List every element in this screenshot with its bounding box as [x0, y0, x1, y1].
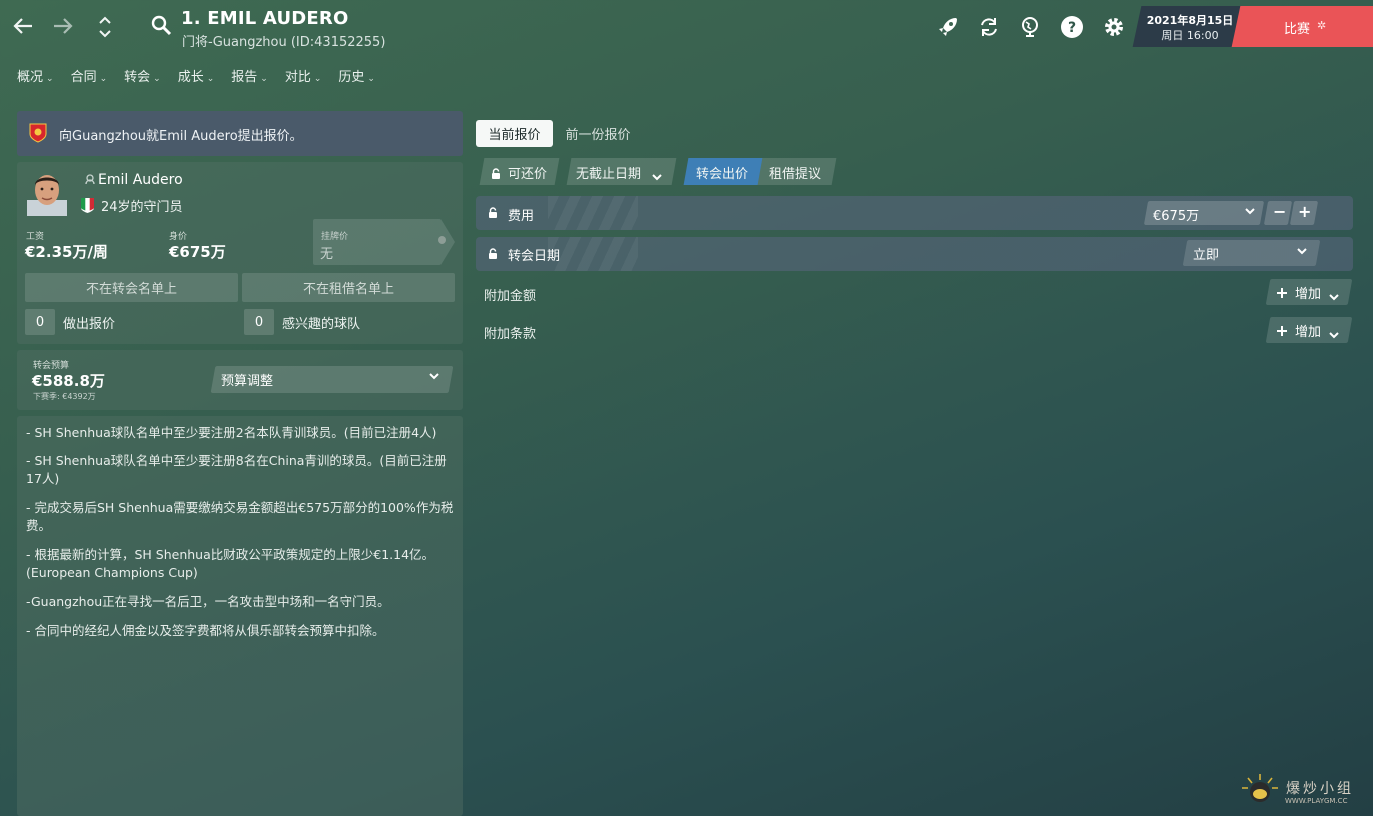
negotiable-label: 可还价	[508, 167, 548, 182]
add-fees-label: 附加金额	[484, 289, 537, 304]
watermark-text: 爆炒小组	[1286, 781, 1354, 797]
refresh-icon[interactable]	[976, 14, 1002, 40]
offers-count: 0	[25, 309, 55, 335]
match-gear-icon: ✲	[1317, 19, 1327, 32]
note-item: - 根据最新的计算，SH Shenhua比财政公平政策规定的上限少€1.14亿。…	[26, 547, 435, 580]
chevron-down-icon	[428, 370, 440, 384]
lock-icon[interactable]	[488, 207, 498, 222]
add-clauses-button-label: 增加	[1295, 325, 1322, 340]
transfer-list-status[interactable]: 不在转会名单上	[25, 273, 238, 302]
note-item: - SH Shenhua球队名单中至少要注册2名本队青训球员。(目前已注册4人)	[26, 425, 437, 440]
italy-flag-icon	[81, 198, 94, 213]
note-item: - 合同中的经纪人佣金以及签字费都将从俱乐部转会预算中扣除。	[26, 623, 385, 638]
svg-text:?: ?	[1068, 20, 1076, 36]
watermark-url: WWW.PLAYGM.CC	[1285, 797, 1348, 805]
nav-development[interactable]: 成长 ⌄	[178, 66, 215, 85]
current-time: 周日 16:00	[1161, 29, 1219, 42]
transfer-date-value: 立即	[1193, 248, 1220, 263]
chevron-down-icon	[1328, 287, 1340, 306]
chevron-down-icon: ⌄	[99, 74, 108, 84]
asking-price-label: 挂牌价	[321, 232, 349, 242]
asking-price-value: 无	[320, 247, 334, 262]
note-item: -Guangzhou正在寻找一名后卫，一名攻击型中场和一名守门员。	[26, 594, 390, 609]
player-title: 1. EMIL AUDERO	[181, 8, 349, 29]
rocket-icon[interactable]	[935, 14, 961, 40]
row-stripes	[548, 237, 638, 271]
interested-count: 0	[244, 309, 274, 335]
nav-transfer[interactable]: 转会 ⌄	[124, 66, 161, 85]
up-down-icon[interactable]	[95, 14, 115, 42]
avatar[interactable]	[27, 170, 67, 216]
forward-arrow-icon[interactable]	[50, 12, 76, 40]
nav-overview[interactable]: 概况 ⌄	[17, 66, 54, 85]
deadline-label: 无截止日期	[576, 167, 642, 182]
notes-panel: - SH Shenhua球队名单中至少要注册2名本队青训球员。(目前已注册4人)…	[17, 416, 463, 816]
minus-icon: −	[1273, 202, 1287, 221]
offers-label[interactable]: 做出报价	[63, 313, 115, 332]
chevron-down-icon	[1328, 325, 1340, 344]
chevron-down-icon	[651, 167, 663, 186]
player-subtitle[interactable]: 门将-Guangzhou (ID:43152255)	[182, 31, 385, 50]
match-label: 比赛	[1284, 22, 1311, 37]
loan-list-status[interactable]: 不在租借名单上	[242, 273, 455, 302]
nav-history[interactable]: 历史 ⌄	[338, 66, 375, 85]
add-clauses-label: 附加条款	[484, 327, 537, 342]
plus-icon	[1276, 284, 1288, 303]
row-stripes	[548, 196, 638, 230]
loan-offer-label: 租借提议	[769, 167, 822, 182]
transfer-offer-label: 转会出价	[696, 167, 749, 182]
tab-current-offer[interactable]: 当前报价	[476, 120, 553, 147]
interested-label[interactable]: 感兴趣的球队	[282, 313, 360, 332]
main-nav: 概况 ⌄ 合同 ⌄ 转会 ⌄ 成长 ⌄ 报告 ⌄ 对比 ⌄ 历史 ⌄	[17, 66, 392, 85]
chevron-down-icon: ⌄	[206, 74, 215, 84]
help-icon[interactable]: ?	[1059, 14, 1085, 40]
gear-icon[interactable]	[1101, 14, 1127, 40]
asking-price-dot	[438, 236, 446, 244]
back-arrow-icon[interactable]	[10, 12, 36, 40]
chevron-down-icon[interactable]	[1244, 205, 1256, 219]
plus-icon	[1276, 322, 1288, 341]
search-icon[interactable]	[150, 14, 172, 36]
fee-value: €675万	[1153, 209, 1200, 224]
wage-value: €2.35万/周	[25, 243, 108, 261]
player-age-position: 24岁的守门员	[101, 200, 183, 215]
offer-notice: 向Guangzhou就Emil Audero提出报价。	[17, 111, 463, 156]
nav-compare[interactable]: 对比 ⌄	[285, 66, 322, 85]
value-value: €675万	[169, 243, 226, 261]
person-icon	[85, 174, 95, 187]
add-fees-button-label: 增加	[1295, 287, 1322, 302]
transfer-date-label: 转会日期	[508, 249, 561, 264]
nav-contract[interactable]: 合同 ⌄	[71, 66, 108, 85]
chevron-down-icon: ⌄	[46, 74, 54, 84]
note-item: - 完成交易后SH Shenhua需要缴纳交易金额超出€575万部分的100%作…	[26, 500, 454, 533]
tab-previous-offer[interactable]: 前一份报价	[557, 120, 639, 147]
chevron-down-icon	[1296, 245, 1308, 259]
budget-next-season: 下赛季: €4392万	[33, 392, 96, 401]
budget-panel: 转会预算 €588.8万 下赛季: €4392万 预算调整	[17, 350, 463, 410]
budget-adjust-label: 预算调整	[221, 374, 274, 389]
player-name[interactable]: Emil Audero	[98, 172, 183, 188]
globe-icon[interactable]	[1017, 14, 1043, 40]
plus-icon: +	[1298, 202, 1312, 221]
lock-icon[interactable]	[488, 248, 498, 263]
chevron-down-icon: ⌄	[260, 74, 268, 84]
notice-text: 向Guangzhou就Emil Audero提出报价。	[59, 129, 303, 144]
lock-icon	[491, 165, 501, 184]
budget-value: €588.8万	[32, 372, 105, 390]
note-item: - SH Shenhua球队名单中至少要注册8名在China青训的球员。(目前已…	[26, 453, 447, 486]
chevron-down-icon: ⌄	[153, 74, 161, 84]
current-date: 2021年8月15日	[1146, 14, 1234, 27]
fee-label: 费用	[508, 209, 535, 224]
chevron-down-icon: ⌄	[313, 74, 322, 84]
chevron-down-icon: ⌄	[367, 74, 375, 84]
nav-reports[interactable]: 报告 ⌄	[231, 66, 268, 85]
top-bar: 1. EMIL AUDERO 门将-Guangzhou (ID:43152255…	[0, 0, 1373, 52]
club-crest-icon	[29, 123, 47, 143]
player-card: Emil Audero 24岁的守门员 工资 €2.35万/周 身价 €675万…	[17, 162, 463, 344]
